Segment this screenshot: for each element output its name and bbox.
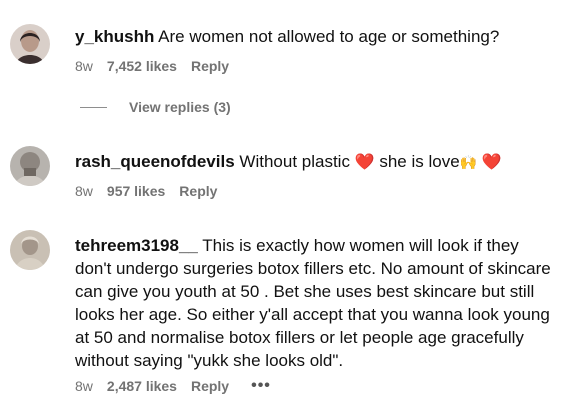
comment-body-part1: Without plastic	[239, 152, 350, 171]
avatar[interactable]	[10, 24, 50, 64]
comment-text: y_khushh Are women not allowed to age or…	[75, 25, 555, 48]
avatar-photo	[10, 146, 50, 186]
username[interactable]: y_khushh	[75, 27, 154, 46]
view-replies-button[interactable]: View replies (3)	[80, 99, 231, 115]
timestamp: 8w	[75, 58, 93, 74]
comment-meta: 8w 957 likes Reply	[75, 183, 217, 199]
avatar-photo	[10, 24, 50, 64]
avatar[interactable]	[10, 146, 50, 186]
timestamp: 8w	[75, 378, 93, 394]
username[interactable]: tehreem3198__	[75, 236, 198, 255]
reply-button[interactable]: Reply	[191, 378, 229, 394]
comment-body: Are women not allowed to age or somethin…	[158, 27, 500, 46]
heart-icon: ❤️	[481, 154, 502, 171]
view-replies-label: View replies (3)	[129, 99, 231, 115]
likes-count[interactable]: 2,487 likes	[107, 378, 177, 394]
likes-count[interactable]: 957 likes	[107, 183, 165, 199]
comment-text: rash_queenofdevils Without plastic ❤️ sh…	[75, 150, 555, 174]
more-options-icon[interactable]: •••	[251, 377, 271, 395]
likes-count[interactable]: 7,452 likes	[107, 58, 177, 74]
comment-body: This is exactly how women will look if t…	[75, 236, 551, 370]
raising-hands-icon: 🙌	[459, 154, 478, 170]
avatar-photo	[10, 230, 50, 270]
comment-body-part2: she is love	[379, 152, 460, 171]
comment-meta: 8w 7,452 likes Reply	[75, 58, 229, 74]
divider-line	[80, 106, 107, 108]
timestamp: 8w	[75, 183, 93, 199]
reply-button[interactable]: Reply	[191, 58, 229, 74]
heart-icon: ❤️	[354, 154, 375, 171]
comment-meta: 8w 2,487 likes Reply •••	[75, 377, 271, 395]
reply-button[interactable]: Reply	[179, 183, 217, 199]
comment-text: tehreem3198__ This is exactly how women …	[75, 234, 555, 372]
username[interactable]: rash_queenofdevils	[75, 152, 235, 171]
avatar[interactable]	[10, 230, 50, 270]
